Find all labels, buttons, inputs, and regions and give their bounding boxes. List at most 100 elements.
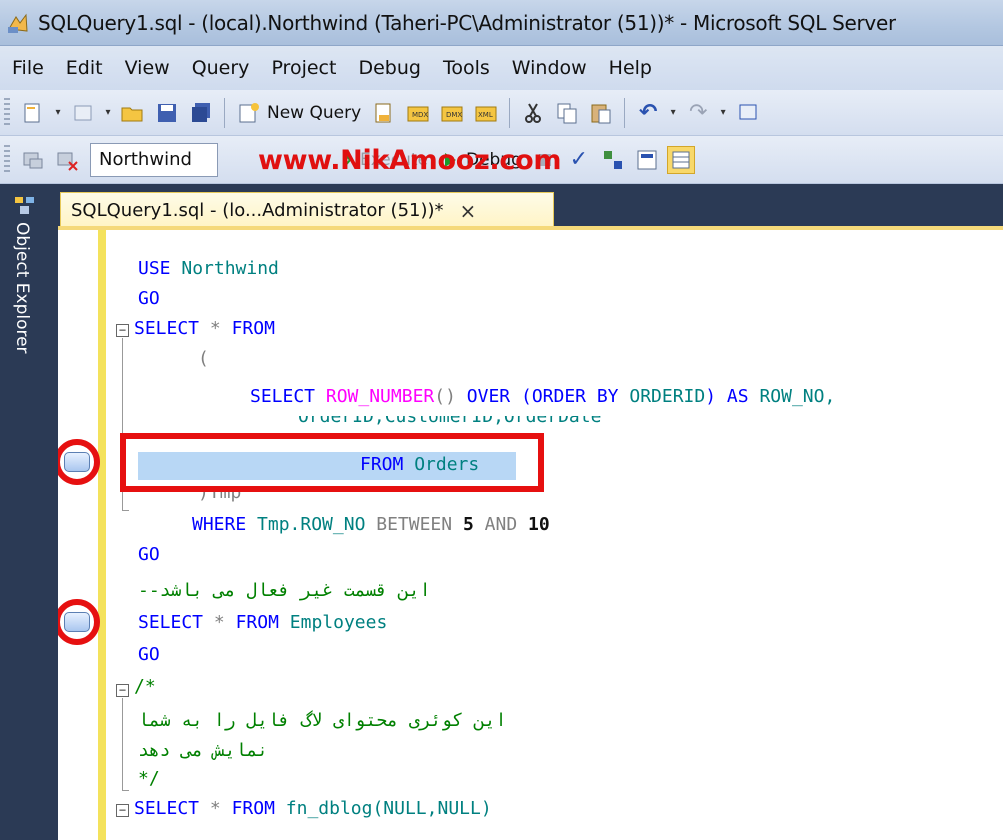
analysis-xmla-query-icon[interactable]: XML (472, 99, 500, 127)
keyword: USE (138, 258, 171, 279)
menu-window[interactable]: Window (512, 57, 587, 79)
object-explorer-icon[interactable] (14, 196, 36, 216)
keyword: GO (138, 644, 160, 665)
menu-tools[interactable]: Tools (443, 57, 490, 79)
operator: * (209, 798, 221, 819)
undo-icon[interactable]: ↶ (634, 99, 662, 127)
new-query-label: New Query (267, 102, 362, 123)
keyword: SELECT (138, 612, 204, 633)
new-project-icon[interactable] (19, 99, 47, 127)
paste-icon[interactable] (587, 99, 615, 127)
new-query-button[interactable]: New Query (237, 101, 361, 125)
toolbar-separator (509, 97, 511, 128)
keyword: SELECT (250, 386, 316, 407)
save-all-icon[interactable] (187, 99, 215, 127)
parse-checkmark-icon[interactable]: ✓ (565, 146, 593, 174)
menu-debug[interactable]: Debug (358, 57, 420, 79)
keyword: ) AS (705, 386, 749, 407)
cut-icon[interactable] (519, 99, 547, 127)
comment: نمایش می دهد (138, 740, 269, 761)
comment: این کوئری محتوای لاگ فایل را به شما (138, 710, 507, 731)
code-line: این قسمت غیر فعال می باشد-- (58, 576, 1003, 606)
add-item-icon[interactable] (69, 99, 97, 127)
ssms-app-icon (8, 13, 28, 33)
identifier: Tmp.ROW_NO (257, 514, 366, 535)
keyword: GO (138, 544, 160, 565)
identifier: OrderID,CustomerID,OrderDate (298, 416, 602, 427)
code-line: ( (58, 344, 1003, 374)
document-tab-label: SQLQuery1.sql - (lo...Administrator (51)… (71, 200, 444, 221)
code-line: WHERE Tmp.ROW_NO BETWEEN 5 AND 10 (58, 510, 1003, 540)
save-icon[interactable] (153, 99, 181, 127)
menu-view[interactable]: View (125, 57, 170, 79)
code-line: نمایش می دهد (58, 736, 1003, 766)
database-select[interactable]: Northwind (90, 142, 218, 177)
close-tab-icon[interactable]: × (460, 199, 477, 223)
standard-toolbar: ▾ ▾ New Query MDX DMX XML ↶ ▾ ↷ ▾ (0, 90, 1003, 136)
menu-project[interactable]: Project (271, 57, 336, 79)
keyword: OVER (466, 386, 511, 407)
menu-bar: File Edit View Query Project Debug Tools… (0, 46, 1003, 90)
code-line: OrderID,CustomerID,OrderDate (58, 416, 1003, 432)
code-line: GO (58, 540, 1003, 570)
code-line: SELECT * FROM Employees (58, 608, 1003, 638)
dropdown-arrow-icon[interactable]: ▾ (103, 99, 113, 127)
copy-icon[interactable] (553, 99, 581, 127)
function-name: ROW_NUMBER (325, 386, 435, 407)
open-folder-icon[interactable] (119, 99, 147, 127)
database-engine-query-icon[interactable] (370, 99, 398, 127)
operator: AND (484, 514, 518, 535)
object-explorer-tab[interactable]: Object Explorer (12, 222, 32, 354)
dropdown-arrow-icon[interactable]: ▾ (668, 99, 678, 127)
dropdown-arrow-icon[interactable]: ▾ (53, 99, 63, 127)
menu-file[interactable]: File (12, 57, 44, 79)
identifier: Northwind (181, 258, 279, 279)
menu-help[interactable]: Help (609, 57, 652, 79)
toolbar-grip[interactable] (4, 144, 10, 175)
code-line: /* (58, 672, 1003, 702)
display-estimated-plan-icon[interactable] (599, 146, 627, 174)
analysis-dmx-query-icon[interactable]: DMX (438, 99, 466, 127)
svg-text:DMX: DMX (446, 111, 462, 119)
change-connection-icon[interactable] (53, 146, 81, 174)
operator: * (213, 612, 225, 633)
keyword: FROM (235, 612, 279, 633)
number-literal: 5 (462, 514, 474, 535)
keyword: FROM (231, 318, 275, 339)
comment: */ (138, 768, 160, 789)
database-select-value: Northwind (99, 149, 192, 170)
document-tab-strip: SQLQuery1.sql - (lo...Administrator (51)… (58, 184, 1003, 228)
operator: BETWEEN (376, 514, 453, 535)
navigate-icon[interactable] (734, 99, 762, 127)
comment: این قسمت غیر فعال می باشد-- (138, 580, 431, 601)
redo-icon[interactable]: ↷ (684, 99, 712, 127)
window-title: SQLQuery1.sql - (local).Northwind (Taher… (38, 10, 896, 35)
menu-edit[interactable]: Edit (66, 57, 103, 79)
number-literal: 10 (528, 514, 550, 535)
code-line: SELECT * FROM (58, 314, 1003, 344)
results-to-grid-icon[interactable] (666, 145, 695, 174)
code-line: GO (58, 284, 1003, 314)
code-line: USE Northwind (58, 254, 1003, 284)
keyword: (ORDER BY (520, 386, 619, 407)
query-designer-icon[interactable] (633, 146, 661, 174)
code-line: SELECT ROW_NUMBER() OVER (ORDER BY ORDER… (58, 382, 1003, 412)
code-line: )Tmp (58, 492, 1003, 506)
toolbar-grip[interactable] (4, 97, 10, 128)
dropdown-arrow-icon[interactable]: ▾ (718, 99, 728, 127)
identifier: )Tmp (198, 492, 242, 503)
object-explorer-rail: Object Explorer (0, 184, 58, 840)
code-line: این کوئری محتوای لاگ فایل را به شما (58, 706, 1003, 736)
keyword: WHERE (192, 514, 247, 535)
watermark-text: www.NikAmooz.com (258, 145, 562, 176)
svg-text:MDX: MDX (412, 111, 428, 119)
query-editor[interactable]: − − − USE Northwind GO SELECT * FROM ( S… (58, 230, 1003, 840)
operator: ( (198, 348, 209, 369)
connect-icon[interactable] (19, 146, 47, 174)
keyword: GO (138, 288, 160, 309)
menu-query[interactable]: Query (192, 57, 250, 79)
keyword: SELECT (134, 798, 200, 819)
operator: () (434, 386, 456, 407)
document-tab-sqlquery1[interactable]: SQLQuery1.sql - (lo...Administrator (51)… (60, 192, 554, 228)
analysis-mdx-query-icon[interactable]: MDX (404, 99, 432, 127)
